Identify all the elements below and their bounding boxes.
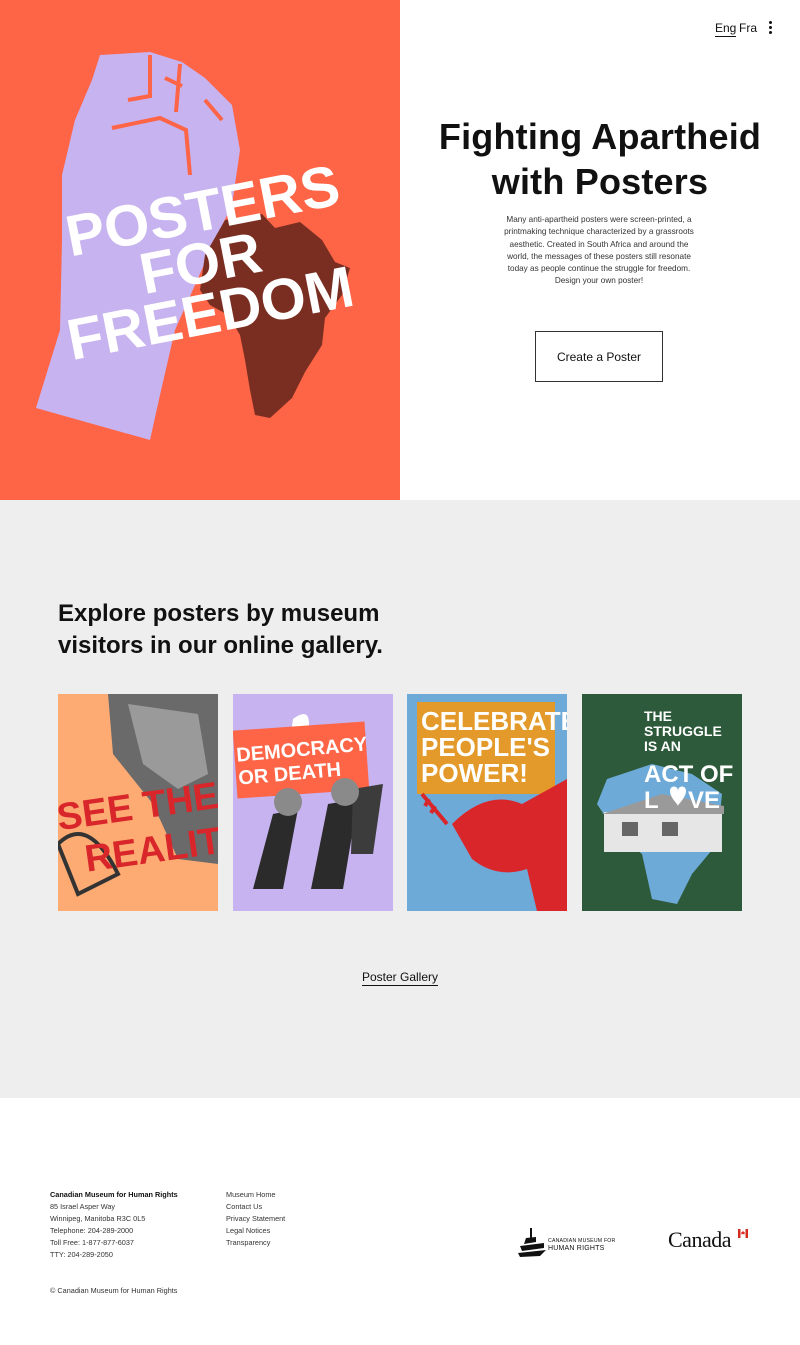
toll-free: Toll Free: 1-877-877-6037 xyxy=(50,1238,134,1248)
footer-link-legal-notices[interactable]: Legal Notices xyxy=(226,1225,285,1237)
poster-text: POWER! xyxy=(421,758,528,788)
poster-text: L xyxy=(644,787,659,814)
posters-for-freedom-artwork: POSTERS FOR FREEDOM xyxy=(0,0,400,500)
poster-text: IS AN xyxy=(644,738,681,754)
museum-logo[interactable]: CANADIAN MUSEUM FOR HUMAN RIGHTS xyxy=(518,1226,638,1258)
fist-africa-illustration: POSTERS FOR FREEDOM xyxy=(36,52,359,440)
museum-logo-line1: CANADIAN MUSEUM FOR xyxy=(548,1238,616,1244)
telephone: Telephone: 204-289-2000 xyxy=(50,1226,134,1236)
footer-links: Museum Home Contact Us Privacy Statement… xyxy=(226,1189,285,1249)
hero-content: Eng Fra Fighting Apartheid with Posters … xyxy=(400,0,800,500)
tty: TTY: 204-289-2050 xyxy=(50,1250,113,1260)
poster-gallery-link[interactable]: Poster Gallery xyxy=(361,970,439,986)
poster-text: STRUGGLE xyxy=(644,723,722,739)
poster-text: VE xyxy=(688,787,720,814)
museum-address: Canadian Museum for Human Rights 85 Isra… xyxy=(50,1189,178,1262)
canada-wordmark-text: Canada xyxy=(668,1227,731,1252)
create-poster-button[interactable]: Create a Poster xyxy=(535,331,663,382)
museum-logo-line2: HUMAN RIGHTS xyxy=(548,1245,605,1252)
footer: Canadian Museum for Human Rights 85 Isra… xyxy=(0,1098,800,1345)
hero-section: POSTERS FOR FREEDOM Eng Fra Fighting Apa… xyxy=(0,0,800,500)
canada-flag-icon xyxy=(738,1229,748,1238)
address-city: Winnipeg, Manitoba R3C 0L5 xyxy=(50,1214,146,1224)
language-french-link[interactable]: Fra xyxy=(739,21,757,35)
page-title: Fighting Apartheid with Posters xyxy=(438,116,762,202)
gallery-section: Explore posters by museum visitors in ou… xyxy=(0,500,800,1098)
gallery-heading: Explore posters by museum visitors in ou… xyxy=(58,600,383,659)
address-street: 85 Israel Asper Way xyxy=(50,1202,116,1212)
hero-description: Many anti-apartheid posters were screen-… xyxy=(504,215,694,286)
gallery-poster-celebrate-peoples-power[interactable]: CELEBRATE PEOPLE'S POWER! xyxy=(407,694,567,911)
gallery-poster-see-the-reality[interactable]: SEE THE REALITY xyxy=(58,694,218,911)
footer-link-contact-us[interactable]: Contact Us xyxy=(226,1201,285,1213)
footer-link-museum-home[interactable]: Museum Home xyxy=(226,1189,285,1201)
gallery-poster-democracy-or-death[interactable]: DEMOCRACY OR DEATH xyxy=(233,694,393,911)
footer-link-transparency[interactable]: Transparency xyxy=(226,1237,285,1249)
poster-text: THE xyxy=(644,708,672,724)
gallery-link-wrapper: Poster Gallery xyxy=(0,968,800,986)
poster-text: ACT OF xyxy=(644,761,733,788)
museum-logo-text: CANADIAN MUSEUM FOR HUMAN RIGHTS xyxy=(548,1238,616,1252)
more-menu-icon[interactable] xyxy=(765,20,777,36)
museum-name: Canadian Museum for Human Rights xyxy=(50,1190,178,1199)
footer-link-privacy-statement[interactable]: Privacy Statement xyxy=(226,1213,285,1225)
copyright: © Canadian Museum for Human Rights xyxy=(50,1286,178,1295)
language-english-link[interactable]: Eng xyxy=(715,21,737,37)
museum-logo-icon xyxy=(518,1228,546,1257)
gallery-poster-struggle-act-of-love[interactable]: THE STRUGGLE IS AN ACT OF L VE xyxy=(582,694,742,911)
canada-wordmark: Canada xyxy=(668,1227,750,1253)
